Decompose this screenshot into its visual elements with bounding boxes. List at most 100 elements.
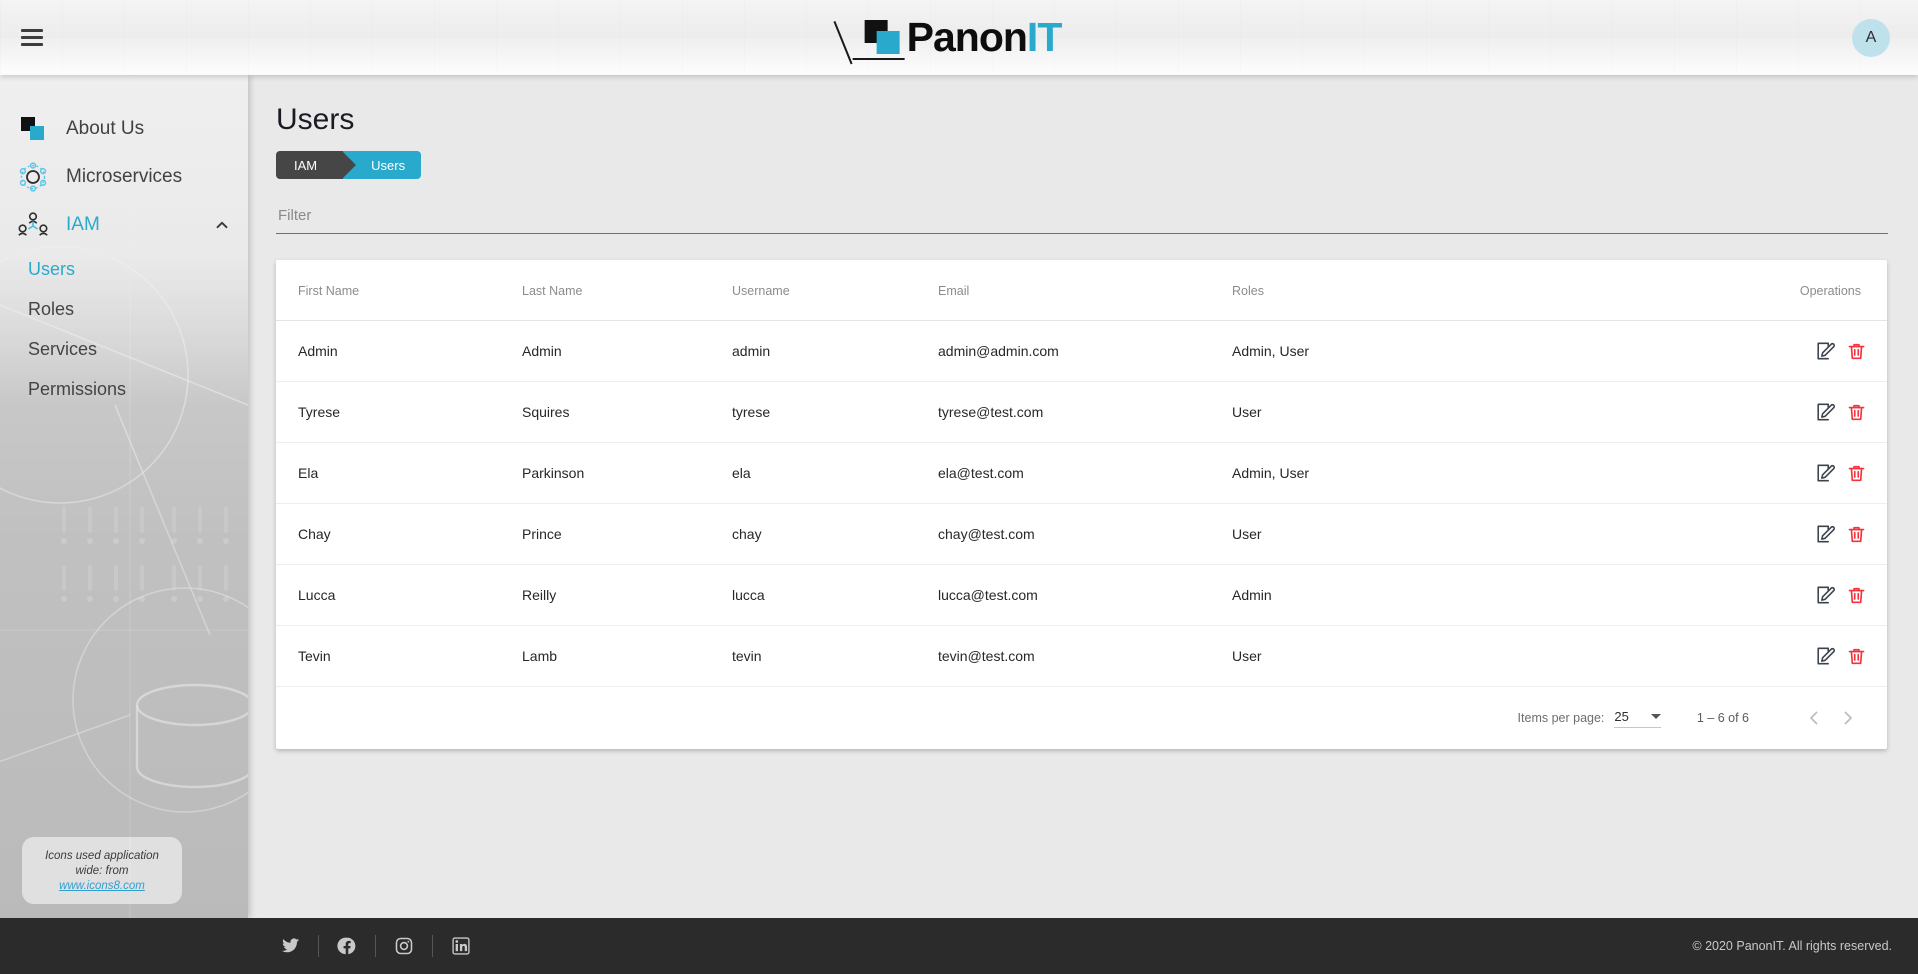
paginator: Items per page: 25 1 – 6 of 6 [276, 687, 1887, 749]
delete-user-icon[interactable] [1843, 643, 1869, 669]
cell-operations [1562, 625, 1887, 687]
sidebar-item-about-us[interactable]: About Us [0, 105, 248, 153]
column-header-last-name: Last Name [522, 260, 732, 321]
next-page-button[interactable] [1831, 701, 1865, 735]
sidebar-item-iam[interactable]: IAM [0, 201, 248, 249]
column-header-username: Username [732, 260, 938, 321]
logo-text-dark: Panon [906, 14, 1028, 60]
edit-user-icon[interactable] [1813, 338, 1839, 364]
table-row: Ela Parkinson ela ela@test.com Admin, User [276, 442, 1887, 504]
column-header-roles: Roles [1232, 260, 1562, 321]
footer-divider [318, 935, 319, 957]
copyright-text: © 2020 PanonIT. All rights reserved. [1692, 939, 1892, 953]
app-root: PanonIT A About Us Microservices IAM Use… [0, 0, 1918, 974]
cell-email: lucca@test.com [938, 564, 1232, 626]
app-logo[interactable]: PanonIT [833, 13, 1063, 64]
filter-underline [276, 233, 1888, 234]
social-links [270, 926, 481, 966]
table-header-row: First Name Last Name Username Email Role… [276, 260, 1887, 321]
sidebar-item-permissions[interactable]: Permissions [0, 369, 248, 409]
edit-user-icon[interactable] [1813, 399, 1839, 425]
edit-user-icon[interactable] [1813, 643, 1839, 669]
delete-user-icon[interactable] [1843, 582, 1869, 608]
delete-user-icon[interactable] [1843, 338, 1869, 364]
cell-operations [1562, 503, 1887, 565]
cell-last-name: Squires [522, 381, 732, 443]
cell-first-name: Ela [276, 442, 522, 504]
cell-roles: Admin [1232, 564, 1562, 626]
table-body: Admin Admin admin admin@admin.com Admin, Use… [276, 320, 1887, 687]
linkedin-icon[interactable] [441, 926, 481, 966]
filter-input[interactable] [276, 205, 1888, 233]
edit-user-icon[interactable] [1813, 460, 1839, 486]
cell-username: ela [732, 442, 938, 504]
body-row: About Us Microservices IAM Users Roles S… [0, 75, 1918, 918]
table-row: Chay Prince chay chay@test.com User [276, 503, 1887, 565]
sidebar-subitem-label: Users [28, 258, 76, 279]
delete-user-icon[interactable] [1843, 521, 1869, 547]
cell-roles: User [1232, 503, 1562, 565]
page-title: Users [276, 103, 355, 136]
edit-user-icon[interactable] [1813, 521, 1839, 547]
sidebar-item-roles[interactable]: Roles [0, 289, 248, 329]
sidebar: About Us Microservices IAM Users Roles S… [0, 75, 248, 918]
items-per-page-select[interactable]: 25 [1614, 708, 1661, 728]
users-table: First Name Last Name Username Email Role… [276, 260, 1887, 687]
cell-roles: User [1232, 381, 1562, 443]
column-header-email: Email [938, 260, 1232, 321]
cell-roles: User [1232, 625, 1562, 687]
cell-username: chay [732, 503, 938, 565]
cell-roles: Admin, User [1232, 320, 1562, 382]
sidebar-nav: About Us Microservices IAM Users Roles S… [0, 75, 248, 409]
cell-username: lucca [732, 564, 938, 626]
cell-first-name: Lucca [276, 564, 522, 626]
table-row: Lucca Reilly lucca lucca@test.com Admin [276, 564, 1887, 626]
delete-user-icon[interactable] [1843, 460, 1869, 486]
cell-first-name: Admin [276, 320, 522, 382]
sidebar-subitem-label: Permissions [28, 378, 127, 399]
hamburger-bar [21, 29, 43, 32]
column-header-first-name: First Name [276, 260, 522, 321]
instagram-icon[interactable] [384, 926, 424, 966]
twitter-icon[interactable] [270, 926, 310, 966]
breadcrumb-item-iam[interactable]: IAM [276, 151, 357, 179]
sidebar-subitem-label: Services [28, 338, 98, 359]
logo-mark-icon [833, 18, 905, 64]
cell-operations [1562, 564, 1887, 626]
logo-text: PanonIT [906, 14, 1063, 60]
sidebar-item-label: About Us [66, 118, 145, 139]
cell-first-name: Chay [276, 503, 522, 565]
sidebar-item-users[interactable]: Users [0, 249, 248, 289]
sidebar-item-microservices[interactable]: Microservices [0, 153, 248, 201]
table-head: First Name Last Name Username Email Role… [276, 260, 1887, 321]
hamburger-icon[interactable] [8, 14, 56, 62]
cell-email: tyrese@test.com [938, 381, 1232, 443]
app-footer: © 2020 PanonIT. All rights reserved. [0, 918, 1918, 974]
table-row: Admin Admin admin admin@admin.com Admin, Use… [276, 320, 1887, 382]
squares-icon [18, 114, 48, 144]
cell-username: admin [732, 320, 938, 382]
cell-email: ela@test.com [938, 442, 1232, 504]
main-content: Users IAM Users First Name Last [248, 75, 1918, 918]
users-table-card: First Name Last Name Username Email Role… [276, 260, 1887, 749]
users-group-icon [18, 210, 48, 240]
edit-user-icon[interactable] [1813, 582, 1839, 608]
cell-username: tyrese [732, 381, 938, 443]
cell-operations [1562, 381, 1887, 443]
chevron-up-icon[interactable] [214, 217, 230, 233]
filter-field [276, 205, 1888, 234]
hamburger-bar [21, 36, 43, 39]
cell-last-name: Reilly [522, 564, 732, 626]
sidebar-subitem-label: Roles [28, 298, 75, 319]
delete-user-icon[interactable] [1843, 399, 1869, 425]
facebook-icon[interactable] [327, 926, 367, 966]
cell-operations [1562, 320, 1887, 382]
cell-email: chay@test.com [938, 503, 1232, 565]
items-per-page-value: 25 [1614, 708, 1629, 724]
previous-page-button[interactable] [1797, 701, 1831, 735]
microservices-icon [18, 162, 48, 192]
sidebar-item-services[interactable]: Services [0, 329, 248, 369]
avatar[interactable]: A [1852, 18, 1890, 57]
cell-roles: Admin, User [1232, 442, 1562, 504]
icons8-link[interactable]: www.icons8.com [32, 880, 172, 892]
